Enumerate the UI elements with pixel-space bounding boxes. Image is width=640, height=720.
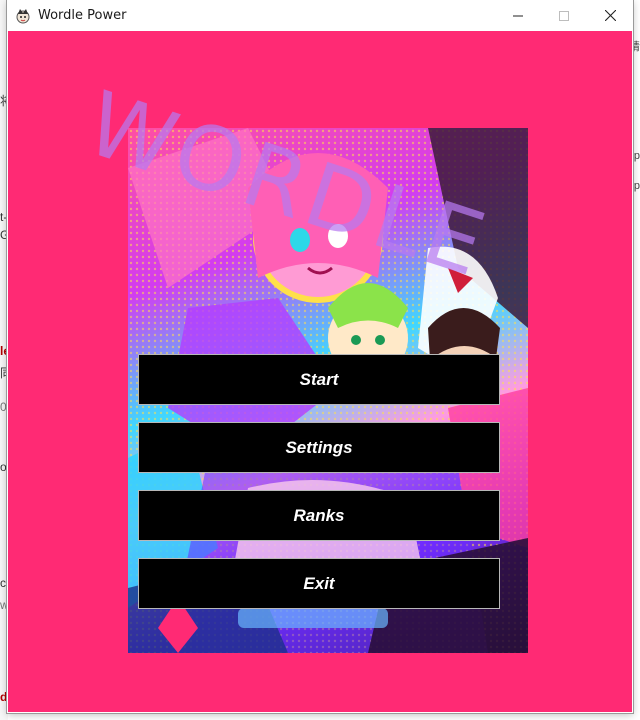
maximize-icon: [559, 10, 569, 21]
close-icon: [604, 10, 616, 21]
wordle-app-icon: [15, 8, 31, 24]
maximize-button[interactable]: [541, 0, 587, 31]
close-button[interactable]: [587, 0, 633, 31]
app-window: Wordle Power WORDLE Start Settings Ranks…: [7, 0, 633, 713]
settings-button[interactable]: Settings: [138, 422, 500, 473]
title-bar[interactable]: Wordle Power: [7, 0, 633, 31]
window-title: Wordle Power: [38, 8, 127, 23]
background-text-fragment: p: [633, 180, 640, 192]
game-menu-screen: WORDLE Start Settings Ranks Exit: [8, 31, 632, 712]
window-controls: [495, 0, 633, 31]
ranks-button[interactable]: Ranks: [138, 490, 500, 541]
start-button[interactable]: Start: [138, 354, 500, 405]
minimize-icon: [513, 15, 523, 16]
background-text-fragment: p: [633, 150, 640, 162]
minimize-button[interactable]: [495, 0, 541, 31]
exit-button[interactable]: Exit: [138, 558, 500, 609]
